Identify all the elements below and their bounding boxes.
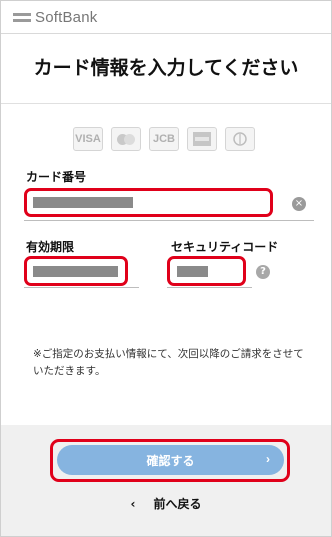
app-header: SoftBank	[1, 1, 331, 34]
softbank-logo: SoftBank	[13, 9, 97, 26]
brand-name: SoftBank	[35, 9, 98, 26]
expiry-input[interactable]	[24, 256, 128, 286]
masked-card-number	[33, 197, 133, 208]
masked-expiry	[33, 266, 118, 277]
confirm-button[interactable]: 確認する ›	[57, 445, 284, 475]
security-code-input[interactable]	[167, 256, 246, 286]
expiry-label: 有効期限	[26, 240, 75, 254]
help-icon[interactable]: ?	[256, 265, 270, 279]
mastercard-logo-icon	[111, 127, 141, 151]
card-entry-screen: SoftBank カード情報を入力してください VISA JCB カード番号 ×…	[0, 0, 332, 537]
expiry-underline	[24, 287, 139, 288]
softbank-bars-icon	[13, 12, 31, 24]
title-divider	[1, 103, 331, 104]
payment-notice: ※ご指定のお支払い情報にて、次回以降のご請求をさせていただきます。	[33, 348, 304, 377]
security-code-label: セキュリティコード	[171, 240, 279, 254]
back-link[interactable]: ‹ 前へ戻る	[1, 495, 331, 512]
page-title: カード情報を入力してください	[33, 57, 299, 79]
diners-club-logo-icon	[225, 127, 255, 151]
chevron-right-icon: ›	[266, 452, 270, 466]
back-link-label: 前へ戻る	[153, 497, 202, 511]
chevron-left-icon: ‹	[130, 497, 136, 511]
masked-security-code	[177, 266, 208, 277]
security-code-underline	[167, 287, 252, 288]
clear-icon[interactable]: ×	[292, 197, 306, 211]
card-number-label: カード番号	[26, 170, 87, 184]
amex-logo-icon	[187, 127, 217, 151]
confirm-button-label: 確認する	[146, 453, 195, 468]
visa-logo-icon: VISA	[73, 127, 103, 151]
card-brand-list: VISA JCB	[73, 127, 255, 151]
card-number-input[interactable]	[24, 188, 273, 217]
jcb-logo-icon: JCB	[149, 127, 179, 151]
card-number-underline	[24, 220, 314, 221]
